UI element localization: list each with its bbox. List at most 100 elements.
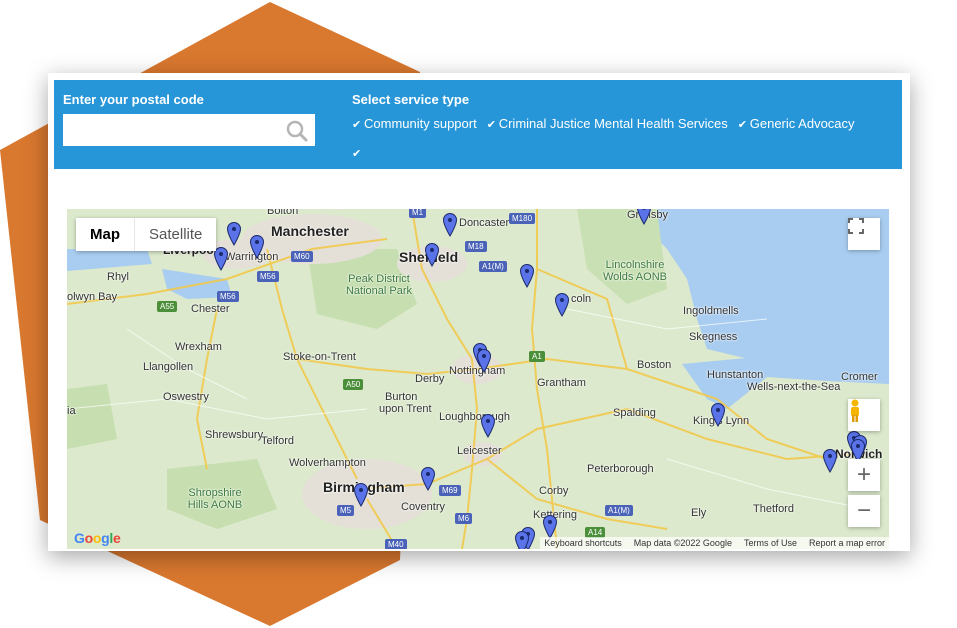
checkbox-checked-icon[interactable]: ✔ — [738, 111, 747, 139]
search-bar: Enter your postal code Select service ty… — [54, 80, 902, 189]
label-hunstanton: Hunstanton — [707, 369, 764, 381]
label-cromer: Cromer — [841, 371, 878, 383]
map-marker-icon[interactable] — [520, 264, 534, 288]
map-widget-card: Enter your postal code Select service ty… — [48, 73, 910, 551]
service-type-options: ✔ Community support ✔ Criminal Justice Ment… — [352, 110, 877, 196]
label-llangollen: Llangollen — [143, 361, 194, 373]
map-marker-icon[interactable] — [354, 483, 368, 507]
label-shropshire-hills: Shropshire Hills AONB — [187, 487, 243, 511]
road-shield: A1 — [529, 351, 545, 362]
label-rhyl: Rhyl — [107, 271, 130, 283]
label-lincolnshire-wolds: Lincolnshire Wolds AONB — [603, 259, 667, 283]
terms-link[interactable]: Terms of Use — [744, 538, 797, 548]
service-type-label: Select service type — [352, 92, 470, 107]
map-marker-icon[interactable] — [227, 222, 241, 246]
map-marker-icon[interactable] — [425, 243, 439, 267]
map-type-control: Map Satellite — [76, 218, 217, 251]
label-skegness: Skegness — [689, 331, 738, 343]
label-chester: Chester — [191, 303, 230, 315]
option-generic-advocacy[interactable]: ✔ Generic Advocacy — [738, 110, 855, 139]
option-label: Criminal Justice Mental Health Services — [498, 116, 728, 131]
checkbox-checked-icon[interactable]: ✔ — [352, 140, 361, 168]
option-community-support[interactable]: ✔ Community support — [352, 110, 477, 139]
road-shield: M56 — [217, 291, 239, 302]
road-shield: A1(M) — [479, 261, 507, 272]
map-marker-icon[interactable] — [443, 213, 457, 237]
label-ingoldmells: Ingoldmells — [683, 305, 739, 317]
label-wells: Wells-next-the-Sea — [747, 381, 841, 393]
label-stoke: Stoke-on-Trent — [283, 351, 356, 363]
label-manchester: Manchester — [271, 223, 349, 239]
map-type-satellite-button[interactable]: Satellite — [134, 218, 216, 251]
label-edge: ia — [67, 405, 76, 417]
label-ely: Ely — [691, 507, 707, 519]
option-label: Housing — [352, 174, 400, 189]
map-marker-icon[interactable] — [515, 531, 529, 549]
map-marker-icon[interactable] — [711, 403, 725, 427]
map-marker-icon[interactable] — [555, 293, 569, 317]
label-oswestry: Oswestry — [163, 391, 209, 403]
zoom-out-button[interactable]: − — [848, 495, 880, 527]
map-marker-icon[interactable] — [637, 209, 651, 225]
map-canvas[interactable]: Manchester Sheffield Birmingham Liverpoo… — [67, 209, 889, 549]
report-error-link[interactable]: Report a map error — [809, 538, 885, 548]
fullscreen-icon — [848, 218, 864, 234]
map-attribution: Keyboard shortcuts Map data ©2022 Google… — [540, 537, 889, 549]
label-coventry: Coventry — [401, 501, 446, 513]
option-label: Generic Advocacy — [749, 116, 855, 131]
option-label: Community support — [364, 116, 477, 131]
label-thetford: Thetford — [753, 503, 794, 515]
google-logo[interactable]: Google — [74, 530, 121, 546]
map-type-map-button[interactable]: Map — [76, 218, 134, 251]
keyboard-shortcuts-link[interactable]: Keyboard shortcuts — [544, 538, 622, 548]
search-icon[interactable] — [284, 118, 310, 144]
map-marker-icon[interactable] — [421, 467, 435, 491]
label-bolton: Bolton — [267, 209, 299, 217]
zoom-in-button[interactable]: + — [848, 459, 880, 491]
map-marker-icon[interactable] — [477, 349, 491, 373]
option-unlabeled[interactable]: ✔ — [352, 139, 364, 168]
option-housing[interactable]: Housing — [352, 168, 400, 196]
road-shield: M5 — [337, 505, 355, 516]
road-shield: M6 — [455, 513, 473, 524]
label-burton: Burton — [385, 391, 418, 403]
road-shield: M60 — [291, 251, 313, 262]
label-leicester: Leicester — [457, 445, 502, 457]
street-view-button[interactable] — [848, 399, 880, 431]
map-marker-icon[interactable] — [543, 515, 557, 539]
road-shield: M18 — [465, 241, 487, 252]
map-marker-icon[interactable] — [823, 449, 837, 473]
road-shield: A1(M) — [605, 505, 633, 516]
road-shield: M180 — [509, 213, 536, 224]
map-marker-icon[interactable] — [481, 414, 495, 438]
fullscreen-button[interactable] — [848, 218, 880, 250]
option-criminal-justice[interactable]: ✔ Criminal Justice Mental Health Services — [487, 110, 728, 139]
label-wrexham: Wrexham — [175, 341, 222, 353]
road-shield: M69 — [439, 485, 461, 496]
pegman-icon — [851, 399, 859, 422]
label-telford: Telford — [261, 435, 295, 447]
label-derby: Derby — [415, 373, 445, 385]
label-spalding: Spalding — [613, 407, 656, 419]
label-lincoln: coln — [571, 293, 592, 305]
label-wolverhampton: Wolverhampton — [289, 457, 366, 469]
label-grantham: Grantham — [537, 377, 586, 389]
label-doncaster: Doncaster — [459, 217, 510, 229]
road-shield: M1 — [409, 209, 427, 218]
checkbox-checked-icon[interactable]: ✔ — [352, 111, 361, 139]
map-data-text: Map data ©2022 Google — [633, 538, 732, 548]
postal-code-input[interactable] — [63, 114, 315, 146]
label-colwyn-bay: olwyn Bay — [67, 291, 118, 303]
label-peak-district: Peak District National Park — [345, 273, 413, 297]
road-shield: A55 — [157, 301, 178, 312]
label-corby: Corby — [539, 485, 569, 497]
road-shield: A50 — [343, 379, 364, 390]
checkbox-checked-icon[interactable]: ✔ — [487, 111, 496, 139]
label-shrewsbury: Shrewsbury — [205, 429, 264, 441]
road-shield: M56 — [257, 271, 279, 282]
label-boston: Boston — [637, 359, 672, 371]
label-upon-trent: upon Trent — [379, 403, 432, 415]
map-marker-icon[interactable] — [250, 235, 264, 259]
road-shield: M40 — [385, 539, 407, 549]
label-peterborough: Peterborough — [587, 463, 654, 475]
